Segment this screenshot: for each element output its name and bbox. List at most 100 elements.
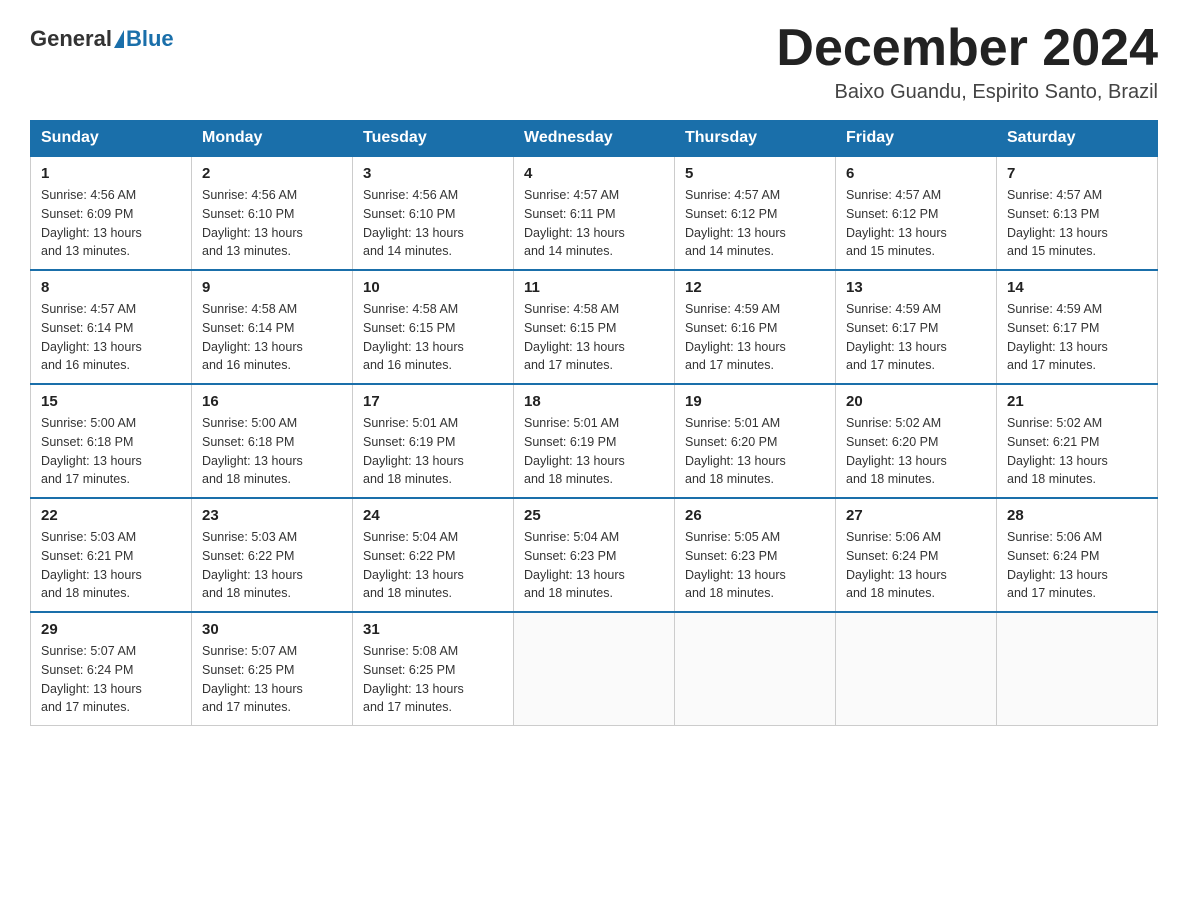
calendar-cell: 24 Sunrise: 5:04 AMSunset: 6:22 PMDayligh…	[353, 498, 514, 612]
calendar-cell: 27 Sunrise: 5:06 AMSunset: 6:24 PMDayligh…	[836, 498, 997, 612]
day-info: Sunrise: 4:56 AMSunset: 6:10 PMDaylight:…	[202, 186, 342, 261]
calendar-cell: 3Sunrise: 4:56 AMSunset: 6:10 PMDaylight…	[353, 156, 514, 270]
calendar-cell: 13 Sunrise: 4:59 AMSunset: 6:17 PMDayligh…	[836, 270, 997, 384]
day-info: Sunrise: 5:07 AMSunset: 6:25 PMDaylight:…	[202, 642, 342, 717]
column-header-thursday: Thursday	[675, 121, 836, 157]
day-info: Sunrise: 5:02 AMSunset: 6:20 PMDaylight:…	[846, 414, 986, 489]
day-number: 12	[685, 279, 825, 296]
calendar-cell: 29 Sunrise: 5:07 AMSunset: 6:24 PMDayligh…	[31, 612, 192, 726]
day-info: Sunrise: 5:05 AMSunset: 6:23 PMDaylight:…	[685, 528, 825, 603]
logo-triangle-icon	[114, 30, 124, 48]
column-header-tuesday: Tuesday	[353, 121, 514, 157]
day-number: 4	[524, 165, 664, 182]
calendar-cell	[997, 612, 1158, 726]
day-number: 11	[524, 279, 664, 296]
calendar-cell: 19 Sunrise: 5:01 AMSunset: 6:20 PMDayligh…	[675, 384, 836, 498]
calendar-cell: 18 Sunrise: 5:01 AMSunset: 6:19 PMDayligh…	[514, 384, 675, 498]
day-number: 27	[846, 507, 986, 524]
calendar-cell: 14 Sunrise: 4:59 AMSunset: 6:17 PMDayligh…	[997, 270, 1158, 384]
day-info: Sunrise: 4:59 AMSunset: 6:17 PMDaylight:…	[846, 300, 986, 375]
day-number: 31	[363, 621, 503, 638]
day-number: 13	[846, 279, 986, 296]
calendar-cell: 15 Sunrise: 5:00 AMSunset: 6:18 PMDayligh…	[31, 384, 192, 498]
day-info: Sunrise: 5:01 AMSunset: 6:19 PMDaylight:…	[363, 414, 503, 489]
day-info: Sunrise: 5:00 AMSunset: 6:18 PMDaylight:…	[41, 414, 181, 489]
day-info: Sunrise: 4:59 AMSunset: 6:17 PMDaylight:…	[1007, 300, 1147, 375]
calendar-cell: 8Sunrise: 4:57 AMSunset: 6:14 PMDaylight…	[31, 270, 192, 384]
calendar-cell: 10Sunrise: 4:58 AMSunset: 6:15 PMDayligh…	[353, 270, 514, 384]
day-info: Sunrise: 4:56 AMSunset: 6:09 PMDaylight:…	[41, 186, 181, 261]
day-number: 6	[846, 165, 986, 182]
day-info: Sunrise: 5:02 AMSunset: 6:21 PMDaylight:…	[1007, 414, 1147, 489]
day-number: 22	[41, 507, 181, 524]
day-info: Sunrise: 4:56 AMSunset: 6:10 PMDaylight:…	[363, 186, 503, 261]
calendar-cell: 7Sunrise: 4:57 AMSunset: 6:13 PMDaylight…	[997, 156, 1158, 270]
day-info: Sunrise: 4:59 AMSunset: 6:16 PMDaylight:…	[685, 300, 825, 375]
day-info: Sunrise: 4:58 AMSunset: 6:15 PMDaylight:…	[363, 300, 503, 375]
day-info: Sunrise: 4:57 AMSunset: 6:11 PMDaylight:…	[524, 186, 664, 261]
day-info: Sunrise: 4:57 AMSunset: 6:12 PMDaylight:…	[846, 186, 986, 261]
calendar-cell: 1Sunrise: 4:56 AMSunset: 6:09 PMDaylight…	[31, 156, 192, 270]
day-info: Sunrise: 5:08 AMSunset: 6:25 PMDaylight:…	[363, 642, 503, 717]
column-header-saturday: Saturday	[997, 121, 1158, 157]
day-number: 19	[685, 393, 825, 410]
day-info: Sunrise: 5:01 AMSunset: 6:19 PMDaylight:…	[524, 414, 664, 489]
calendar-cell: 25Sunrise: 5:04 AMSunset: 6:23 PMDayligh…	[514, 498, 675, 612]
day-info: Sunrise: 4:57 AMSunset: 6:14 PMDaylight:…	[41, 300, 181, 375]
calendar-cell	[836, 612, 997, 726]
header-row: SundayMondayTuesdayWednesdayThursdayFrid…	[31, 121, 1158, 157]
day-info: Sunrise: 4:58 AMSunset: 6:15 PMDaylight:…	[524, 300, 664, 375]
day-number: 28	[1007, 507, 1147, 524]
day-info: Sunrise: 5:06 AMSunset: 6:24 PMDaylight:…	[1007, 528, 1147, 603]
calendar-header: SundayMondayTuesdayWednesdayThursdayFrid…	[31, 121, 1158, 157]
column-header-sunday: Sunday	[31, 121, 192, 157]
day-number: 26	[685, 507, 825, 524]
day-info: Sunrise: 5:04 AMSunset: 6:22 PMDaylight:…	[363, 528, 503, 603]
day-number: 29	[41, 621, 181, 638]
calendar-cell: 22 Sunrise: 5:03 AMSunset: 6:21 PMDayligh…	[31, 498, 192, 612]
day-number: 23	[202, 507, 342, 524]
day-number: 18	[524, 393, 664, 410]
calendar-body: 1Sunrise: 4:56 AMSunset: 6:09 PMDaylight…	[31, 156, 1158, 726]
calendar-cell: 6 Sunrise: 4:57 AMSunset: 6:12 PMDaylight…	[836, 156, 997, 270]
calendar-cell	[675, 612, 836, 726]
month-title: December 2024	[776, 20, 1158, 77]
calendar-cell: 31 Sunrise: 5:08 AMSunset: 6:25 PMDayligh…	[353, 612, 514, 726]
calendar-week-2: 8Sunrise: 4:57 AMSunset: 6:14 PMDaylight…	[31, 270, 1158, 384]
day-info: Sunrise: 5:01 AMSunset: 6:20 PMDaylight:…	[685, 414, 825, 489]
calendar-cell: 2 Sunrise: 4:56 AMSunset: 6:10 PMDaylight…	[192, 156, 353, 270]
day-info: Sunrise: 5:07 AMSunset: 6:24 PMDaylight:…	[41, 642, 181, 717]
day-number: 2	[202, 165, 342, 182]
day-number: 20	[846, 393, 986, 410]
column-header-monday: Monday	[192, 121, 353, 157]
column-header-friday: Friday	[836, 121, 997, 157]
day-info: Sunrise: 4:58 AMSunset: 6:14 PMDaylight:…	[202, 300, 342, 375]
day-number: 15	[41, 393, 181, 410]
calendar-cell: 26 Sunrise: 5:05 AMSunset: 6:23 PMDayligh…	[675, 498, 836, 612]
logo: General Blue	[30, 20, 174, 52]
calendar-cell: 9Sunrise: 4:58 AMSunset: 6:14 PMDaylight…	[192, 270, 353, 384]
day-info: Sunrise: 5:00 AMSunset: 6:18 PMDaylight:…	[202, 414, 342, 489]
day-info: Sunrise: 5:04 AMSunset: 6:23 PMDaylight:…	[524, 528, 664, 603]
calendar-cell: 16Sunrise: 5:00 AMSunset: 6:18 PMDayligh…	[192, 384, 353, 498]
day-info: Sunrise: 5:03 AMSunset: 6:22 PMDaylight:…	[202, 528, 342, 603]
calendar-week-3: 15 Sunrise: 5:00 AMSunset: 6:18 PMDayligh…	[31, 384, 1158, 498]
day-number: 14	[1007, 279, 1147, 296]
day-number: 7	[1007, 165, 1147, 182]
calendar-cell: 20 Sunrise: 5:02 AMSunset: 6:20 PMDayligh…	[836, 384, 997, 498]
calendar-cell: 12 Sunrise: 4:59 AMSunset: 6:16 PMDayligh…	[675, 270, 836, 384]
calendar-cell: 30Sunrise: 5:07 AMSunset: 6:25 PMDayligh…	[192, 612, 353, 726]
title-block: December 2024 Baixo Guandu, Espirito San…	[776, 20, 1158, 104]
day-info: Sunrise: 5:03 AMSunset: 6:21 PMDaylight:…	[41, 528, 181, 603]
calendar-cell: 23 Sunrise: 5:03 AMSunset: 6:22 PMDayligh…	[192, 498, 353, 612]
day-number: 21	[1007, 393, 1147, 410]
page-header: General Blue December 2024 Baixo Guandu,…	[30, 20, 1158, 104]
day-info: Sunrise: 5:06 AMSunset: 6:24 PMDaylight:…	[846, 528, 986, 603]
day-number: 5	[685, 165, 825, 182]
calendar-cell	[514, 612, 675, 726]
calendar-cell: 17Sunrise: 5:01 AMSunset: 6:19 PMDayligh…	[353, 384, 514, 498]
logo-blue-text: Blue	[126, 26, 174, 52]
calendar-week-5: 29 Sunrise: 5:07 AMSunset: 6:24 PMDayligh…	[31, 612, 1158, 726]
location-subtitle: Baixo Guandu, Espirito Santo, Brazil	[776, 81, 1158, 104]
day-number: 24	[363, 507, 503, 524]
